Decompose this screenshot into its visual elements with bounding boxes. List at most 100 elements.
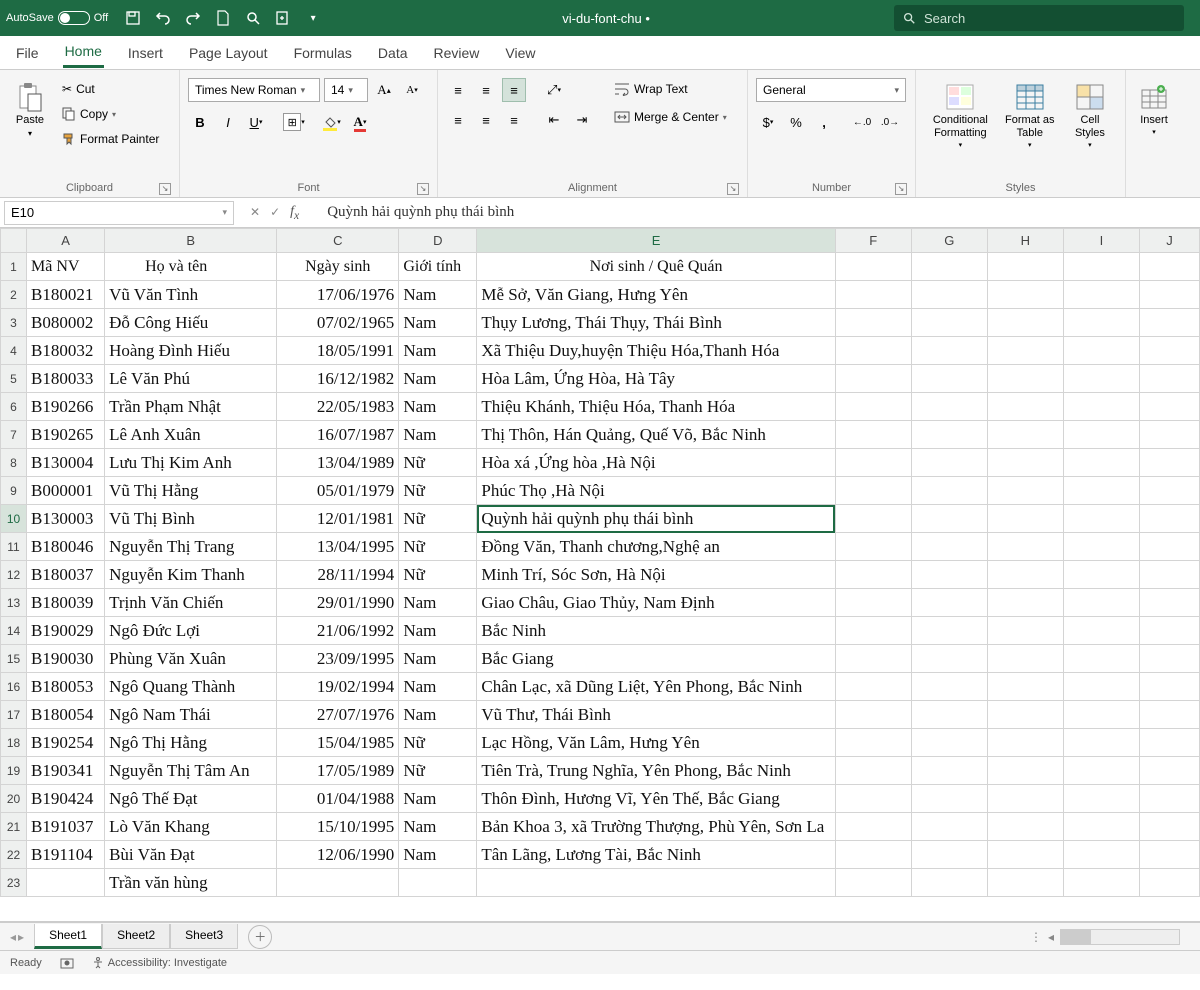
cell-A10[interactable]: B130003 [27,505,105,533]
accounting-format-button[interactable]: $▾ [756,110,780,134]
cell-I15[interactable] [1063,645,1139,673]
cell-E19[interactable]: Tiên Trà, Trung Nghĩa, Yên Phong, Bắc Ni… [477,757,835,785]
sheet-tab-sheet3[interactable]: Sheet3 [170,924,238,949]
cell-E17[interactable]: Vũ Thư, Thái Bình [477,701,835,729]
fx-icon[interactable]: fx [290,204,299,222]
cell-C18[interactable]: 15/04/1985 [277,729,399,757]
autosave-toggle[interactable]: AutoSave Off [6,11,108,25]
cell-B9[interactable]: Vũ Thị Hằng [105,477,277,505]
cell-B19[interactable]: Nguyễn Thị Tâm An [105,757,277,785]
align-middle-icon[interactable]: ≡ [474,78,498,102]
cell-A14[interactable]: B190029 [27,617,105,645]
cell-A2[interactable]: B180021 [27,281,105,309]
cell-F15[interactable] [835,645,911,673]
cell-D20[interactable]: Nam [399,785,477,813]
cell-G3[interactable] [911,309,987,337]
cell-J2[interactable] [1139,281,1199,309]
cell-C9[interactable]: 05/01/1979 [277,477,399,505]
column-header-D[interactable]: D [399,229,477,253]
decrease-indent-icon[interactable]: ⇤ [542,108,566,132]
cell-F23[interactable] [835,869,911,897]
row-header[interactable]: 2 [1,281,27,309]
cell-B7[interactable]: Lê Anh Xuân [105,421,277,449]
cell-E20[interactable]: Thôn Đình, Hương Vĩ, Yên Thế, Bắc Giang [477,785,835,813]
scrollbar-thumb[interactable] [1061,930,1091,944]
cell-G11[interactable] [911,533,987,561]
cell-I7[interactable] [1063,421,1139,449]
increase-indent-icon[interactable]: ⇥ [570,108,594,132]
cell-D7[interactable]: Nam [399,421,477,449]
cell-B13[interactable]: Trịnh Văn Chiến [105,589,277,617]
cell-C10[interactable]: 12/01/1981 [277,505,399,533]
cell-F22[interactable] [835,841,911,869]
row-header[interactable]: 10 [1,505,27,533]
cell-E21[interactable]: Bản Khoa 3, xã Trường Thượng, Phù Yên, S… [477,813,835,841]
font-dialog-launcher[interactable]: ↘ [417,183,429,195]
cell-I9[interactable] [1063,477,1139,505]
cell-G20[interactable] [911,785,987,813]
cell-B4[interactable]: Hoàng Đình Hiếu [105,337,277,365]
cell-D8[interactable]: Nữ [399,449,477,477]
cell-D15[interactable]: Nam [399,645,477,673]
cell-A22[interactable]: B191104 [27,841,105,869]
column-header-E[interactable]: E [477,229,835,253]
cell-I21[interactable] [1063,813,1139,841]
search-input[interactable]: Search [894,5,1184,31]
cell-H6[interactable] [987,393,1063,421]
cell-H11[interactable] [987,533,1063,561]
column-header-H[interactable]: H [987,229,1063,253]
cell-D18[interactable]: Nữ [399,729,477,757]
cell-I18[interactable] [1063,729,1139,757]
cell-G16[interactable] [911,673,987,701]
cell-I14[interactable] [1063,617,1139,645]
cell-J23[interactable] [1139,869,1199,897]
cell-A16[interactable]: B180053 [27,673,105,701]
qat-search-icon[interactable] [244,9,262,27]
copy-button[interactable]: Copy▾ [58,103,163,125]
row-header[interactable]: 12 [1,561,27,589]
cell-C12[interactable]: 28/11/1994 [277,561,399,589]
cell-B22[interactable]: Bùi Văn Đạt [105,841,277,869]
cell-A21[interactable]: B191037 [27,813,105,841]
qat-file-icon[interactable] [214,9,232,27]
cell-F4[interactable] [835,337,911,365]
cell-E22[interactable]: Tân Lãng, Lương Tài, Bắc Ninh [477,841,835,869]
cell-F7[interactable] [835,421,911,449]
cell-A17[interactable]: B180054 [27,701,105,729]
cell-J9[interactable] [1139,477,1199,505]
cell-B2[interactable]: Vũ Văn Tình [105,281,277,309]
cell-E3[interactable]: Thụy Lương, Thái Thụy, Thái Bình [477,309,835,337]
cell-A19[interactable]: B190341 [27,757,105,785]
cell-I4[interactable] [1063,337,1139,365]
tab-insert[interactable]: Insert [126,39,165,67]
row-header[interactable]: 22 [1,841,27,869]
cell-G19[interactable] [911,757,987,785]
cell-B23[interactable]: Trần văn hùng [105,869,277,897]
cell-J20[interactable] [1139,785,1199,813]
column-header-I[interactable]: I [1063,229,1139,253]
cell-H10[interactable] [987,505,1063,533]
row-header[interactable]: 3 [1,309,27,337]
cell-B10[interactable]: Vũ Thị Bình [105,505,277,533]
cell-J13[interactable] [1139,589,1199,617]
cell-C14[interactable]: 21/06/1992 [277,617,399,645]
name-box[interactable]: E10▾ [4,201,234,225]
cell-D11[interactable]: Nữ [399,533,477,561]
align-left-icon[interactable]: ≡ [446,108,470,132]
cell-C3[interactable]: 07/02/1965 [277,309,399,337]
cell-B6[interactable]: Trần Phạm Nhật [105,393,277,421]
orientation-button[interactable]: ⤢▾ [542,78,566,102]
cell-G1[interactable] [911,253,987,281]
tab-view[interactable]: View [503,39,537,67]
row-header[interactable]: 7 [1,421,27,449]
cell-H21[interactable] [987,813,1063,841]
cell-G22[interactable] [911,841,987,869]
cell-G21[interactable] [911,813,987,841]
spreadsheet-grid[interactable]: ABCDEFGHIJ 1Mã NVHọ và tênNgày sinhGiới … [0,228,1200,922]
cell-J18[interactable] [1139,729,1199,757]
cell-J5[interactable] [1139,365,1199,393]
cell-J10[interactable] [1139,505,1199,533]
column-header-B[interactable]: B [105,229,277,253]
cell-H9[interactable] [987,477,1063,505]
cell-B8[interactable]: Lưu Thị Kim Anh [105,449,277,477]
